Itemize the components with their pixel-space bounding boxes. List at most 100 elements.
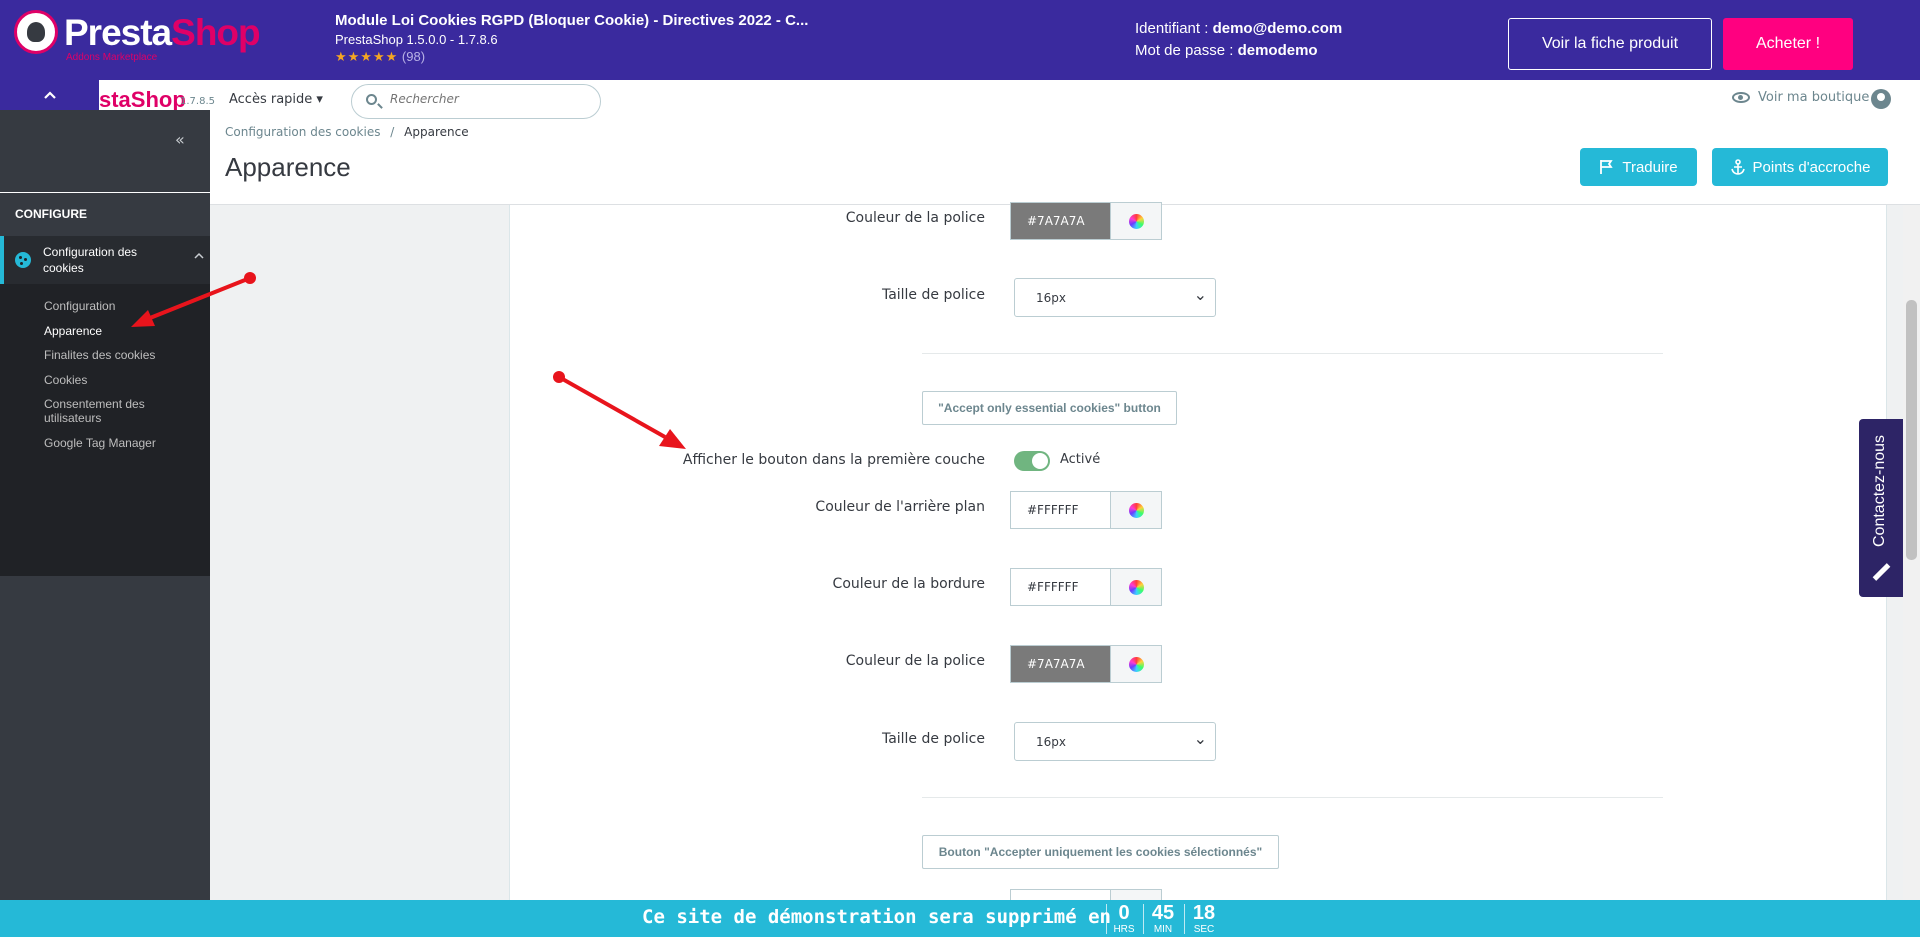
countdown-text: Ce site de démonstration sera supprimé e… [642,906,1111,928]
sidebar-menu: Configuration des cookies Configuration … [0,236,210,576]
demo-countdown-bar: Ce site de démonstration sera supprimé e… [0,900,1920,937]
font-color-field[interactable]: #7A7A7A [1010,202,1162,240]
search-box[interactable] [351,84,601,119]
view-product-button[interactable]: Voir la fiche produit [1508,18,1712,70]
id-label: Identifiant : [1135,20,1213,37]
module-rating: ★★★★★ (98) [335,49,425,65]
view-shop-label: Voir ma boutique [1758,90,1870,105]
addons-banner: PrestaShop Addons Marketplace Module Loi… [0,0,1920,80]
contact-us-label: Contactez-nous [1871,434,1888,547]
password-value: demodemo [1237,42,1318,59]
chevron-up-icon [194,252,204,259]
color-wheel-icon [1128,579,1144,595]
anchor-icon [1730,159,1745,175]
color-picker-button[interactable] [1110,203,1161,239]
sidebar-top: « [0,110,210,193]
seconds-value: 18 [1192,902,1216,924]
user-account-icon[interactable] [1871,89,1891,109]
sidebar-subitem-consentement[interactable]: Consentement des utilisateurs [44,397,169,425]
hooks-button[interactable]: Points d'accroche [1712,148,1888,186]
quick-access-dropdown[interactable]: Accès rapide ▾ [229,92,323,107]
cookie-icon [15,252,31,268]
translate-button[interactable]: Traduire [1580,148,1697,186]
field-label: Taille de police [881,731,985,747]
color-picker-button[interactable] [1110,646,1161,682]
field-label: Couleur de la police [845,210,985,226]
hooks-label: Points d'accroche [1752,158,1871,176]
field-label: Couleur de la police [845,653,985,669]
hours-value: 0 [1118,902,1130,924]
search-input[interactable] [390,92,590,106]
module-title: Module Loi Cookies RGPD (Bloquer Cookie)… [335,12,809,29]
star-rating-icon: ★★★★★ [335,49,399,64]
countdown-hours: 0 HRS [1108,900,1140,937]
color-wheel-icon [1128,656,1144,672]
sidebar-subitem-gtm[interactable]: Google Tag Manager [44,436,156,450]
color-value[interactable]: #7A7A7A [1011,203,1110,239]
countdown-separator [1143,904,1144,934]
color-wheel-icon [1128,213,1144,229]
pencil-icon [1872,564,1890,582]
sidebar-item-cookies-config[interactable]: Configuration des cookies [0,236,210,284]
color-picker-button[interactable] [1110,569,1161,605]
rating-count: (98) [401,49,426,64]
color-value[interactable]: #FFFFFF [1011,569,1110,605]
scrollbar[interactable] [1903,205,1920,900]
buy-button[interactable]: Acheter ! [1723,18,1853,70]
font-color-field-2[interactable]: #7A7A7A [1010,645,1162,683]
prestashop-version: 1.7.8.5 [180,96,215,107]
sidebar-subitem-finalites[interactable]: Finalites des cookies [44,348,155,362]
countdown-separator [1106,904,1107,934]
toggle-switch[interactable] [1014,451,1050,471]
border-color-field[interactable]: #FFFFFF [1010,568,1162,606]
flag-icon [1600,160,1614,174]
sidebar-subitem-apparence[interactable]: Apparence [44,324,102,338]
contact-us-tab[interactable]: Contactez-nous [1859,419,1903,597]
breadcrumb: Configuration des cookies / Apparence [225,125,469,139]
collapse-sidebar-icon[interactable]: « [175,130,185,149]
logo-text-accent: Shop [171,12,260,53]
demo-credentials: Identifiant : demo@demo.com Mot de passe… [1135,18,1342,62]
hours-label: HRS [1113,924,1135,935]
puffin-logo-icon [14,10,58,54]
section-divider [922,353,1663,354]
background-color-field[interactable]: #FFFFFF [1010,491,1162,529]
font-size-select-2[interactable]: 16px [1014,722,1216,761]
sidebar-section-configure: CONFIGURE [15,207,87,221]
sidebar-item-label: Configuration des cookies [43,245,138,275]
scrollbar-thumb[interactable] [1906,300,1917,560]
search-icon [366,94,377,105]
field-label: Taille de police [881,287,985,303]
countdown-separator [1184,904,1185,934]
font-size-select[interactable]: 16px [1014,278,1216,317]
view-shop-link[interactable]: Voir ma boutique [1732,90,1869,105]
logo-subtitle: Addons Marketplace [66,52,158,63]
section-title-button[interactable]: Bouton "Accepter uniquement les cookies … [922,835,1279,869]
section-divider [922,797,1663,798]
translate-label: Traduire [1622,158,1678,176]
sidebar-subitem-cookies[interactable]: Cookies [44,373,87,387]
id-value: demo@demo.com [1212,20,1343,37]
breadcrumb-separator: / [390,125,395,139]
eye-icon [1732,92,1750,103]
logo-text-main: Presta [64,12,172,53]
prestashop-addons-logo[interactable]: PrestaShop Addons Marketplace [14,10,264,63]
countdown-minutes: 45 MIN [1145,900,1181,937]
color-value[interactable]: #FFFFFF [1011,492,1110,528]
banner-collapse-button[interactable] [0,80,99,110]
color-value[interactable]: #7A7A7A [1011,646,1110,682]
sidebar-subitem-configuration[interactable]: Configuration [44,299,115,313]
minutes-value: 45 [1151,902,1175,924]
color-field-partial [1010,889,1162,900]
field-label: Couleur de l'arrière plan [815,499,985,515]
color-picker-button[interactable] [1110,492,1161,528]
module-compatibility: PrestaShop 1.5.0.0 - 1.7.8.6 [335,32,498,47]
field-label: Couleur de la bordure [832,576,985,592]
breadcrumb-parent[interactable]: Configuration des cookies [225,125,380,139]
color-wheel-icon [1128,502,1144,518]
sidebar: « CONFIGURE Configuration des cookies Co… [0,110,210,937]
section-title-button[interactable]: "Accept only essential cookies" button [922,391,1177,425]
toggle-state-label: Activé [1060,452,1101,467]
field-label: Afficher le bouton dans la première couc… [682,452,985,468]
seconds-label: SEC [1193,924,1215,935]
